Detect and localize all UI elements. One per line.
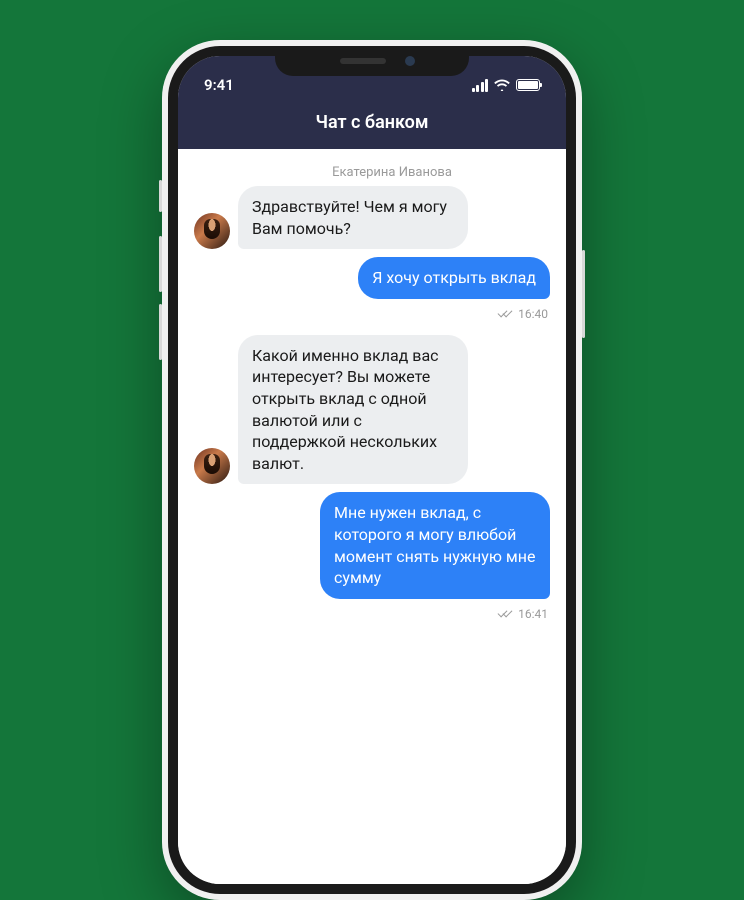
page-title: Чат с банком <box>178 102 566 149</box>
message-bubble-outgoing[interactable]: Мне нужен вклад, с которого я могу влюбо… <box>320 492 550 598</box>
volume-up-button <box>159 236 162 292</box>
mute-switch <box>159 180 162 212</box>
message-row-incoming: Здравствуйте! Чем я могу Вам помочь? <box>194 186 550 249</box>
status-time: 9:41 <box>204 76 234 94</box>
message-row-incoming: Какой именно вклад вас интересует? Вы мо… <box>194 335 550 485</box>
power-button <box>582 250 585 338</box>
message-row-outgoing: Мне нужен вклад, с которого я могу влюбо… <box>194 492 550 598</box>
message-meta: 16:41 <box>194 607 548 621</box>
read-receipt-icon <box>498 609 514 619</box>
battery-icon <box>516 79 540 91</box>
front-camera <box>405 56 415 66</box>
volume-down-button <box>159 304 162 360</box>
read-receipt-icon <box>498 309 514 319</box>
notch <box>275 46 469 76</box>
sender-name-label: Екатерина Иванова <box>234 165 550 180</box>
wifi-icon <box>494 79 510 91</box>
message-row-outgoing: Я хочу открыть вклад <box>194 257 550 299</box>
cellular-signal-icon <box>472 79 489 92</box>
message-bubble-incoming[interactable]: Здравствуйте! Чем я могу Вам помочь? <box>238 186 468 249</box>
chat-scroll-area[interactable]: Екатерина Иванова Здравствуйте! Чем я мо… <box>178 149 566 884</box>
avatar[interactable] <box>194 213 230 249</box>
message-meta: 16:40 <box>194 307 548 321</box>
speaker <box>340 58 386 64</box>
message-bubble-incoming[interactable]: Какой именно вклад вас интересует? Вы мо… <box>238 335 468 485</box>
message-time: 16:41 <box>518 607 548 621</box>
message-bubble-outgoing[interactable]: Я хочу открыть вклад <box>358 257 550 299</box>
status-indicators <box>472 79 541 92</box>
phone-bezel: 9:41 Чат с банком Екатерина Иванова <box>168 46 576 894</box>
screen: 9:41 Чат с банком Екатерина Иванова <box>178 56 566 884</box>
phone-frame: 9:41 Чат с банком Екатерина Иванова <box>162 40 582 900</box>
message-time: 16:40 <box>518 307 548 321</box>
avatar[interactable] <box>194 448 230 484</box>
